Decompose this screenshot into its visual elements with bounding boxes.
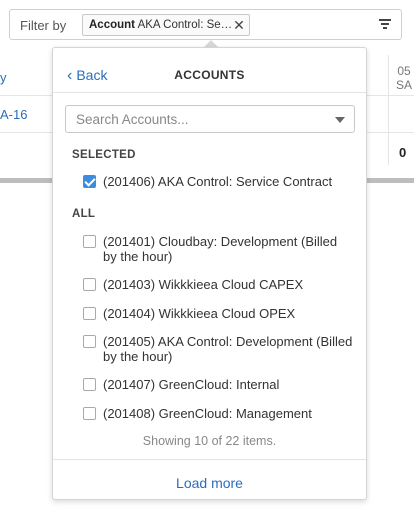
table-day-header: 05 SA [394,64,414,92]
checkbox-checked[interactable] [83,175,96,188]
option-201403[interactable]: (201403) Wikkkieea Cloud CAPEX [83,277,353,292]
option-label: (201405) AKA Control: Development (Bille… [103,334,353,364]
option-201405[interactable]: (201405) AKA Control: Development (Bille… [83,334,353,364]
table-column-divider [388,55,389,165]
option-label: (201401) Cloudbay: Development (Billed b… [103,234,338,264]
option-label: (201404) Wikkkieea Cloud OPEX [103,306,296,321]
checkbox[interactable] [83,378,96,391]
chip-remove-icon[interactable]: ✕ [232,15,246,35]
panel-title: ACCOUNTS [174,68,245,82]
chip-pointer-caret [204,40,218,47]
filter-funnel-icon[interactable] [379,19,391,31]
all-section-heading: ALL [72,208,96,220]
option-label: (201403) Wikkkieea Cloud CAPEX [103,277,304,292]
checkbox[interactable] [83,335,96,348]
table-cell-partial: y [0,70,7,85]
selected-section-heading: SELECTED [72,149,136,161]
chip-value: AKA Control: Se… [137,19,233,31]
option-label: (201407) GreenCloud: Internal [103,377,280,392]
option-201404[interactable]: (201404) Wikkkieea Cloud OPEX [83,306,353,321]
accounts-dropdown-panel: ‹Back ACCOUNTS SELECTED (201406) AKA Con… [52,47,367,500]
day-number: 05 [397,64,411,78]
account-filter-chip[interactable]: Account AKA Control: Se… ✕ [82,14,250,36]
option-201401[interactable]: (201401) Cloudbay: Development (Billed b… [83,234,353,264]
filter-by-label: Filter by [20,18,67,33]
footer-divider [53,459,366,460]
pagination-status: Showing 10 of 22 items. [142,434,277,448]
table-total-value: 0 [399,145,407,160]
filter-bar: Filter by Account AKA Control: Se… ✕ [9,9,402,40]
chip-key: Account [89,19,135,31]
checkbox[interactable] [83,407,96,420]
panel-header: ‹ Back ACCOUNTS [53,48,366,93]
table-link-partial[interactable]: A-16 [0,107,27,122]
load-more-button[interactable]: Load more [53,475,366,491]
selected-option-201406[interactable]: (201406) AKA Control: Service Contract [83,174,353,189]
checkbox[interactable] [83,307,96,320]
search-accounts-select[interactable] [65,105,355,133]
option-201408[interactable]: (201408) GreenCloud: Management [83,406,353,421]
day-abbr: SA [395,78,412,92]
option-label: (201406) AKA Control: Service Contract [103,174,333,189]
option-label: (201408) GreenCloud: Management [103,406,312,421]
search-accounts-input[interactable] [66,106,316,132]
checkbox[interactable] [83,278,96,291]
checkbox[interactable] [83,235,96,248]
chevron-down-icon[interactable] [335,117,345,123]
option-201407[interactable]: (201407) GreenCloud: Internal [83,377,353,392]
